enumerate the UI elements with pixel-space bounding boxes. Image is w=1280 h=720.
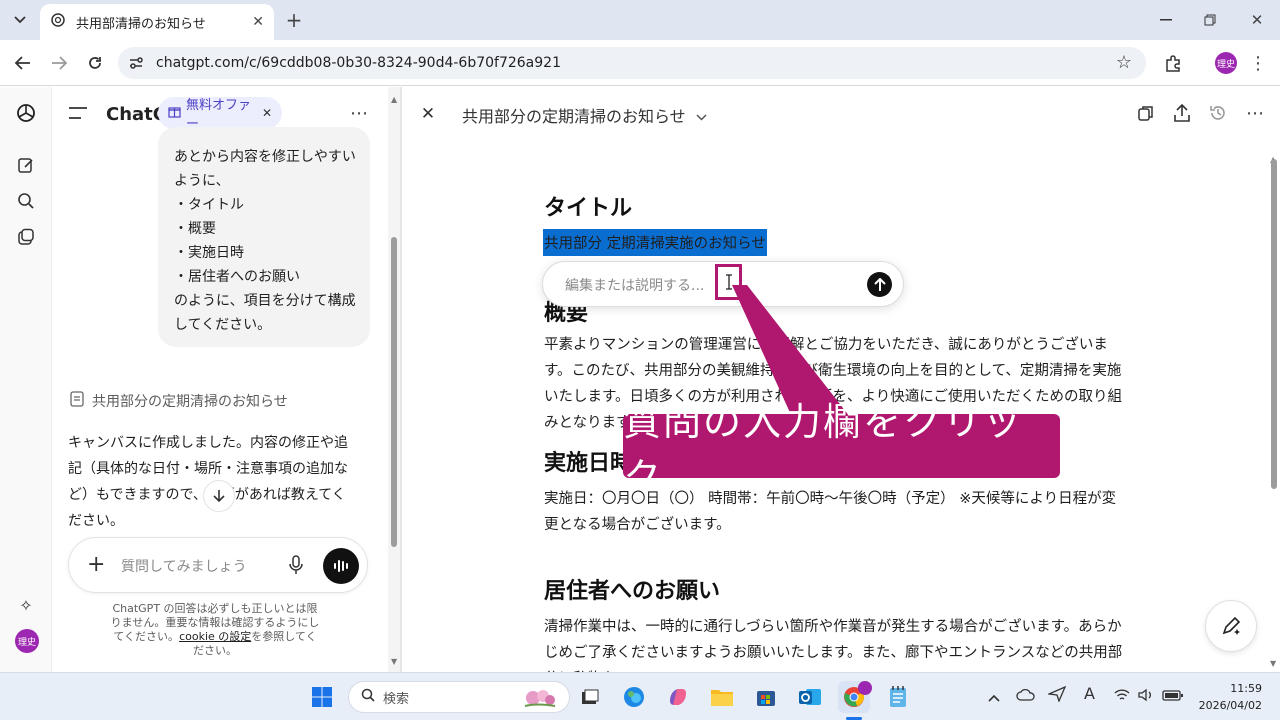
- new-chat-icon[interactable]: [14, 153, 38, 177]
- file-explorer-icon[interactable]: [706, 681, 738, 713]
- site-info-icon[interactable]: [128, 55, 144, 75]
- browser-tab[interactable]: 共用部清掃のお知らせ ✕: [40, 4, 274, 40]
- sidebar-rail: ✧ 理史: [0, 87, 52, 672]
- message-line: あとから内容を修正しやすい: [174, 149, 356, 165]
- canvas-scrollbar[interactable]: ▲ ▼: [1268, 147, 1280, 672]
- forward-icon[interactable]: [46, 50, 72, 76]
- sparkle-icon[interactable]: ✧: [14, 593, 38, 617]
- window-close-icon[interactable]: ✕: [1245, 8, 1269, 32]
- message-line: ・実施日時: [174, 245, 244, 261]
- ime-icon[interactable]: A: [1084, 684, 1095, 703]
- browser-menu-icon[interactable]: ⋮: [1248, 50, 1268, 76]
- volume-icon[interactable]: [1138, 687, 1154, 706]
- browser-tab-bar: 共用部清掃のお知らせ ✕ + ✕: [0, 0, 1280, 40]
- images-icon[interactable]: [14, 225, 38, 249]
- flower-highlight-icon: [519, 686, 559, 710]
- notepad-icon[interactable]: [882, 681, 914, 713]
- back-icon[interactable]: [10, 50, 36, 76]
- url-text: chatgpt.com/c/69cddb08-0b30-8324-90d4-6b…: [156, 55, 561, 71]
- chatgpt-favicon-icon: [50, 12, 66, 32]
- openai-logo-icon[interactable]: [14, 101, 38, 125]
- taskbar-search-placeholder: 検索: [383, 691, 410, 707]
- tray-chevron-icon[interactable]: [988, 687, 1000, 706]
- minimize-icon[interactable]: [1154, 8, 1178, 32]
- chat-panel: ChatG 無料オファー ✕ ⋯ あとから内容を修正しやすい ように、 ・タイト…: [52, 87, 400, 672]
- browser-toolbar: chatgpt.com/c/69cddb08-0b30-8324-90d4-6b…: [0, 40, 1280, 86]
- gift-icon: [168, 105, 181, 122]
- offer-close-icon[interactable]: ✕: [262, 106, 272, 120]
- windows-taskbar: 検索 A 11:59 2026/04/02: [0, 672, 1280, 720]
- attach-plus-icon[interactable]: +: [87, 552, 105, 577]
- document-icon: [70, 391, 84, 411]
- message-line: ・タイトル: [174, 197, 244, 213]
- microphone-icon[interactable]: [289, 555, 303, 579]
- chat-scrollbar[interactable]: ▲ ▼: [388, 87, 400, 672]
- taskbar-search[interactable]: 検索: [348, 681, 570, 713]
- address-bar[interactable]: chatgpt.com/c/69cddb08-0b30-8324-90d4-6b…: [118, 47, 1146, 79]
- disclaimer: ChatGPT の回答は必ずしも正しいとは限りません。重要な情報は確認するように…: [110, 602, 320, 658]
- composer-input[interactable]: 質問してみましょう: [121, 556, 247, 576]
- chat-composer[interactable]: + 質問してみましょう: [68, 537, 368, 593]
- extensions-icon[interactable]: [1160, 50, 1186, 76]
- profile-avatar[interactable]: 理史: [1215, 52, 1237, 74]
- search-icon[interactable]: [14, 189, 38, 213]
- chat-more-icon[interactable]: ⋯: [346, 101, 372, 125]
- send-icon[interactable]: [1046, 685, 1067, 706]
- user-message-bubble: あとから内容を修正しやすい ように、 ・タイトル ・概要 ・実施日時 ・居住者へ…: [158, 127, 370, 347]
- onedrive-icon[interactable]: [1016, 687, 1036, 706]
- clock-time[interactable]: 11:59: [1222, 682, 1262, 695]
- canvas-link-label: 共用部分の定期清掃のお知らせ: [92, 394, 288, 410]
- bookmark-star-icon[interactable]: ☆: [1116, 52, 1132, 73]
- edge-icon[interactable]: [618, 681, 650, 713]
- copilot-icon[interactable]: [662, 681, 694, 713]
- message-line: のように、項目を分けて構成: [174, 293, 356, 309]
- edit-suggest-button[interactable]: [1205, 600, 1257, 652]
- outlook-icon[interactable]: [794, 681, 826, 713]
- new-tab-icon[interactable]: +: [282, 8, 306, 32]
- message-line: してください。: [174, 317, 272, 333]
- search-icon: [361, 688, 375, 706]
- message-line: ・居住者へのお願い: [174, 269, 300, 285]
- clock-date[interactable]: 2026/04/02: [1192, 699, 1262, 712]
- canvas-link[interactable]: 共用部分の定期清掃のお知らせ: [70, 391, 288, 411]
- sidebar-toggle-icon[interactable]: [66, 101, 90, 125]
- tab-title: 共用部清掃のお知らせ: [76, 16, 206, 32]
- message-line: ・概要: [174, 221, 216, 237]
- tab-close-icon[interactable]: ✕: [252, 14, 264, 30]
- tab-list-chevron-icon[interactable]: [8, 8, 32, 32]
- callout-annotation: 質問の入力欄をクリック: [623, 400, 1060, 499]
- reload-icon[interactable]: [82, 50, 108, 76]
- scroll-down-button[interactable]: [203, 480, 235, 512]
- chrome-icon[interactable]: [838, 681, 872, 713]
- message-line: ように、: [174, 173, 230, 189]
- canvas-editor: ✕ 共用部分の定期清掃のお知らせ ⋯ タイトル 共用部分 定期清掃実施のお知らせ…: [402, 87, 1280, 672]
- windows-start-icon[interactable]: [306, 681, 338, 713]
- cookie-settings-link[interactable]: cookie の設定: [179, 630, 251, 643]
- offer-badge[interactable]: 無料オファー ✕: [158, 97, 282, 132]
- battery-icon[interactable]: [1162, 687, 1184, 706]
- wifi-icon[interactable]: [1114, 687, 1130, 706]
- store-icon[interactable]: [750, 681, 782, 713]
- chrome-profile-badge: [858, 681, 872, 695]
- user-avatar[interactable]: 理史: [15, 629, 39, 653]
- task-view-icon[interactable]: [574, 681, 606, 713]
- restore-icon[interactable]: [1198, 8, 1222, 32]
- voice-mode-icon[interactable]: [323, 548, 359, 584]
- callout-pointer: [732, 285, 850, 417]
